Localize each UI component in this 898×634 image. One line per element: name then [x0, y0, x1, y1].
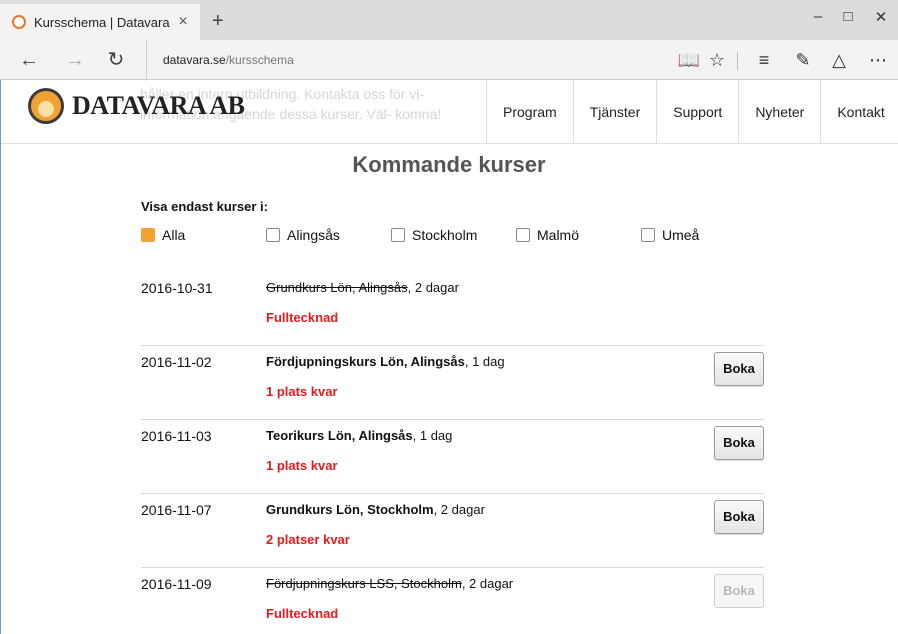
- close-tab-icon[interactable]: ×: [172, 13, 194, 31]
- course-title: Teorikurs Lön, Alingsås: [266, 428, 413, 443]
- course-row: 2016-11-03 Teorikurs Lön, Alingsås, 1 da…: [141, 420, 764, 494]
- more-icon[interactable]: ⋯: [865, 49, 891, 71]
- nav-nyheter[interactable]: Nyheter: [738, 80, 820, 144]
- course-duration: , 1 dag: [412, 428, 453, 443]
- filter-label-stockholm: Stockholm: [412, 227, 478, 243]
- checkbox-malmo[interactable]: [516, 228, 530, 242]
- checkbox-alla[interactable]: [141, 228, 155, 242]
- course-status: Fulltecknad: [266, 606, 339, 621]
- logo-text: DATAVARA AB: [72, 91, 245, 120]
- logo-sun-icon: [28, 88, 64, 124]
- filter-label-umea: Umeå: [662, 227, 700, 243]
- minimize-icon[interactable]: –: [803, 8, 833, 25]
- course-date: 2016-11-09: [141, 576, 212, 592]
- nav-tjanster[interactable]: Tjänster: [572, 80, 657, 144]
- course-date: 2016-11-02: [141, 354, 212, 370]
- checkbox-alingsas[interactable]: [266, 228, 280, 242]
- boka-button[interactable]: Boka: [714, 426, 764, 460]
- course-date: 2016-11-03: [141, 428, 212, 444]
- browser-tabbar: Kursschema | Datavara × + – □ ✕: [0, 0, 898, 40]
- browser-tab[interactable]: Kursschema | Datavara ×: [0, 4, 200, 40]
- filter-label-alla: Alla: [162, 227, 186, 243]
- boka-button[interactable]: Boka: [714, 500, 764, 534]
- course-duration: , 2 dagar: [407, 280, 459, 295]
- logo[interactable]: DATAVARA AB: [28, 88, 245, 124]
- course-name: Grundkurs Lön, Stockholm, 2 dagar: [266, 502, 485, 517]
- back-icon[interactable]: ←: [16, 49, 42, 71]
- site-favicon-icon: [12, 15, 26, 29]
- course-duration: , 2 dagar: [433, 502, 485, 517]
- filter-label: Visa endast kurser i:: [141, 199, 268, 214]
- course-title: Grundkurs Lön, Stockholm: [266, 502, 434, 517]
- filter-stockholm[interactable]: Stockholm: [391, 227, 477, 243]
- url-path: /kursschema: [225, 53, 294, 67]
- course-row: 2016-11-09 Fördjupningskurs LSS, Stockho…: [141, 568, 764, 634]
- nav-program[interactable]: Program: [486, 80, 573, 144]
- course-title: Fördjupningskurs LSS, Stockholm: [266, 576, 462, 591]
- refresh-icon[interactable]: ↻: [103, 49, 129, 71]
- nav-kontakt[interactable]: Kontakt: [820, 80, 898, 144]
- course-status: 2 platser kvar: [266, 532, 350, 547]
- course-name: Grundkurs Lön, Alingsås, 2 dagar: [266, 280, 459, 295]
- filter-label-malmo: Malmö: [537, 227, 580, 243]
- maximize-icon[interactable]: □: [833, 8, 863, 25]
- course-date: 2016-11-07: [141, 502, 212, 518]
- hub-icon[interactable]: ≡: [751, 49, 777, 71]
- filter-label-alingsas: Alingsås: [287, 227, 340, 243]
- forward-icon[interactable]: →: [62, 49, 88, 71]
- favorite-star-icon[interactable]: ☆: [704, 49, 730, 71]
- url-host: datavara.se: [163, 53, 226, 67]
- course-duration: , 1 dag: [464, 354, 505, 369]
- share-icon[interactable]: △: [826, 49, 852, 71]
- browser-toolbar: ← → ↻ datavara.se/kursschema 📖 ☆ ≡ ✎ △ ⋯: [0, 40, 898, 80]
- web-note-icon[interactable]: ✎: [790, 49, 816, 71]
- course-status: 1 plats kvar: [266, 384, 338, 399]
- boka-button[interactable]: Boka: [714, 352, 764, 386]
- course-row: 2016-11-07 Grundkurs Lön, Stockholm, 2 d…: [141, 494, 764, 568]
- nav-support[interactable]: Support: [656, 80, 738, 144]
- course-title: Fördjupningskurs Lön, Alingsås: [266, 354, 465, 369]
- new-tab-icon[interactable]: +: [212, 10, 224, 33]
- course-name: Teorikurs Lön, Alingsås, 1 dag: [266, 428, 452, 443]
- checkbox-umea[interactable]: [641, 228, 655, 242]
- course-name: Fördjupningskurs LSS, Stockholm, 2 dagar: [266, 576, 513, 591]
- course-name: Fördjupningskurs Lön, Alingsås, 1 dag: [266, 354, 505, 369]
- tab-title: Kursschema | Datavara: [34, 14, 170, 30]
- filter-umea[interactable]: Umeå: [641, 227, 699, 243]
- filter-alla[interactable]: Alla: [141, 227, 185, 243]
- address-bar[interactable]: datavara.se/kursschema: [146, 40, 294, 80]
- course-status: 1 plats kvar: [266, 458, 338, 473]
- course-title: Grundkurs Lön, Alingsås: [266, 280, 408, 295]
- course-row: 2016-11-02 Fördjupningskurs Lön, Alingså…: [141, 346, 764, 420]
- course-duration: , 2 dagar: [461, 576, 514, 591]
- boka-button-disabled: Boka: [714, 574, 764, 608]
- page-title: Kommande kurser: [352, 152, 546, 177]
- course-status: Fulltecknad: [266, 310, 339, 325]
- checkbox-stockholm[interactable]: [391, 228, 405, 242]
- filter-alingsas[interactable]: Alingsås: [266, 227, 340, 243]
- course-row: 2016-10-31 Grundkurs Lön, Alingsås, 2 da…: [141, 272, 764, 346]
- reading-view-icon[interactable]: 📖: [676, 49, 702, 71]
- window-close-icon[interactable]: ✕: [866, 8, 896, 26]
- main-navigation: Program Tjänster Support Nyheter Kontakt: [486, 80, 898, 144]
- filter-malmo[interactable]: Malmö: [516, 227, 579, 243]
- course-date: 2016-10-31: [141, 280, 213, 296]
